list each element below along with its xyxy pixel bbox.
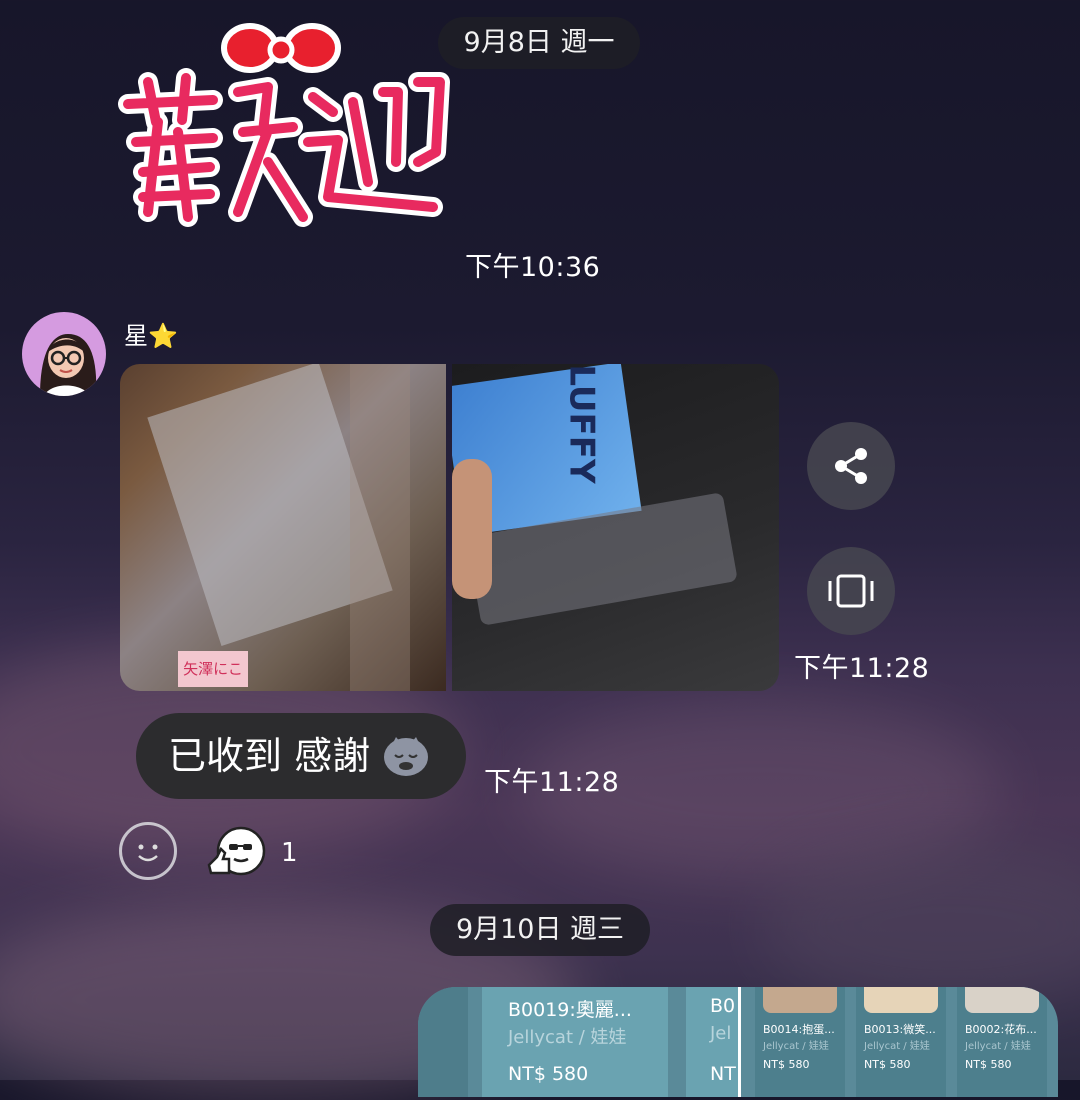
product-title: B0 — [710, 995, 736, 1017]
product-card[interactable]: B0019:奧麗... Jellycat / 娃娃 NT$ 580 — [482, 987, 668, 1097]
thumbs-up-reaction-icon[interactable] — [207, 825, 267, 879]
product-price: NT$ 580 — [763, 1058, 810, 1071]
welcome-sticker[interactable] — [118, 12, 458, 242]
date-separator: 9月10日 週三 — [430, 904, 650, 956]
add-reaction-button[interactable] — [119, 822, 177, 880]
carousel-view-button[interactable] — [807, 547, 895, 635]
reaction-count: 1 — [281, 838, 298, 868]
photo-box-side — [350, 364, 410, 691]
avatar[interactable] — [22, 312, 106, 396]
product-thumbnail — [864, 987, 938, 1013]
photo-box-label: 矢澤にこ — [178, 651, 248, 687]
product-title: B0019:奧麗... — [508, 999, 632, 1021]
product-card-small[interactable]: B0013:微笑... Jellycat / 娃娃 NT$ 580 — [856, 987, 946, 1097]
product-price: NT — [710, 1063, 736, 1085]
product-subtitle: Jel — [710, 1023, 732, 1044]
product-carousel[interactable]: B0019:奧麗... Jellycat / 娃娃 NT$ 580 B0 Jel… — [418, 987, 1058, 1097]
product-title: B0013:微笑... — [864, 1023, 936, 1036]
carousel-view-icon — [828, 574, 874, 608]
photo-book[interactable]: LUFFY — [452, 364, 779, 691]
photo-book-title: LUFFY — [561, 364, 602, 484]
product-subtitle: Jellycat / 娃娃 — [763, 1041, 829, 1052]
sleepy-emoji-icon — [384, 737, 429, 776]
product-thumbnail — [763, 987, 837, 1013]
photo-hand — [452, 459, 492, 599]
message-timestamp: 下午11:28 — [484, 767, 620, 798]
product-subtitle: Jellycat / 娃娃 — [508, 1027, 627, 1048]
product-card-partial[interactable]: B0 Jel NT — [686, 987, 738, 1097]
product-thumbnail — [965, 987, 1039, 1013]
product-title: B0014:抱蛋... — [763, 1023, 835, 1036]
bow-icon — [221, 23, 341, 73]
product-subtitle: Jellycat / 娃娃 — [965, 1041, 1031, 1052]
date-separator: 9月8日 週一 — [438, 17, 640, 69]
share-icon — [835, 448, 867, 484]
photo-figure-box[interactable]: 矢澤にこ — [120, 364, 446, 691]
product-title: B0002:花布... — [965, 1023, 1037, 1036]
product-price: NT$ 580 — [864, 1058, 911, 1071]
smiley-icon — [138, 844, 158, 862]
product-price: NT$ 580 — [965, 1058, 1012, 1071]
photos-timestamp: 下午11:28 — [794, 653, 930, 684]
message-text: 已收到 感謝 — [168, 734, 371, 778]
carousel-divider — [738, 987, 741, 1097]
product-subtitle: Jellycat / 娃娃 — [864, 1041, 930, 1052]
message-bubble[interactable]: 已收到 感謝 — [136, 713, 466, 799]
product-price: NT$ 580 — [508, 1063, 589, 1085]
sticker-timestamp: 下午10:36 — [465, 252, 601, 283]
product-card-small[interactable]: B0014:抱蛋... Jellycat / 娃娃 NT$ 580 — [755, 987, 845, 1097]
avatar-illustration — [40, 334, 97, 396]
carousel-left-edge — [418, 987, 468, 1097]
sender-name: 星⭐ — [124, 322, 178, 350]
share-button[interactable] — [807, 422, 895, 510]
product-card-small[interactable]: B0002:花布... Jellycat / 娃娃 NT$ 580 — [957, 987, 1047, 1097]
